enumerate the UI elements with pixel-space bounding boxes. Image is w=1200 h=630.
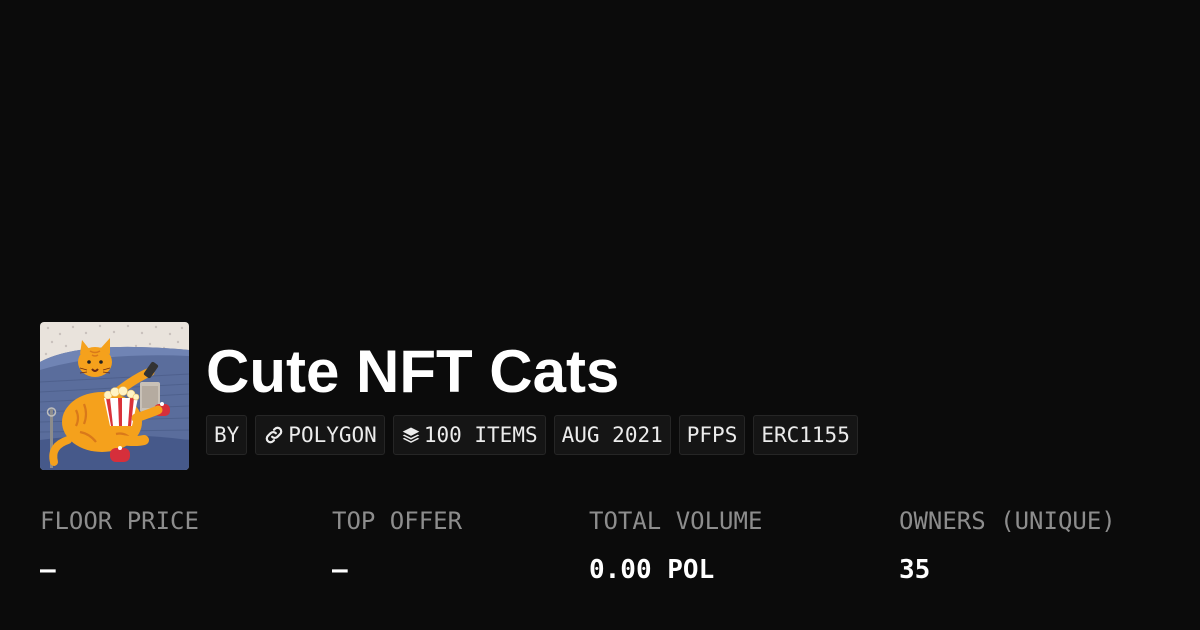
link-icon bbox=[263, 424, 285, 446]
total-volume-label: TOTAL VOLUME bbox=[589, 507, 763, 535]
total-volume-value: 0.00 POL bbox=[589, 555, 715, 585]
collection-header: Cute NFT Cats BY POLYGON 100 ITEMS AUG 2… bbox=[40, 322, 858, 470]
stat-top-offer: TOP OFFER — bbox=[332, 504, 462, 587]
tag-by-label: BY bbox=[214, 423, 240, 447]
stats-row: FLOOR PRICE — TOP OFFER — TOTAL VOLUME 0… bbox=[40, 504, 1180, 604]
tag-category[interactable]: PFPS bbox=[678, 415, 746, 455]
stat-floor-price: FLOOR PRICE — bbox=[40, 504, 199, 587]
tag-date: AUG 2021 bbox=[553, 415, 671, 455]
stat-owners: OWNERS (UNIQUE) 35 bbox=[899, 504, 1116, 587]
tag-chain[interactable]: POLYGON bbox=[255, 415, 385, 455]
tag-items: 100 ITEMS bbox=[392, 415, 546, 455]
tag-items-label: 100 ITEMS bbox=[423, 423, 538, 447]
collection-avatar[interactable] bbox=[40, 322, 189, 470]
tag-row: BY POLYGON 100 ITEMS AUG 2021 PFPS ERC11… bbox=[206, 415, 858, 455]
owners-label: OWNERS (UNIQUE) bbox=[899, 507, 1116, 535]
owners-value: 35 bbox=[899, 555, 931, 585]
tag-category-label: PFPS bbox=[686, 423, 738, 447]
collection-title: Cute NFT Cats bbox=[206, 338, 620, 405]
top-offer-value: — bbox=[332, 555, 348, 585]
top-offer-label: TOP OFFER bbox=[332, 507, 463, 535]
tag-chain-label: POLYGON bbox=[288, 423, 377, 447]
floor-price-value: — bbox=[40, 555, 56, 585]
tag-standard: ERC1155 bbox=[753, 415, 858, 455]
layers-icon bbox=[401, 425, 421, 445]
tag-date-label: AUG 2021 bbox=[561, 423, 663, 447]
cat-artwork-icon bbox=[40, 322, 189, 470]
tag-standard-label: ERC1155 bbox=[761, 423, 850, 447]
floor-price-label: FLOOR PRICE bbox=[40, 507, 199, 535]
title-block: Cute NFT Cats BY POLYGON 100 ITEMS AUG 2… bbox=[206, 322, 858, 455]
stat-total-volume: TOTAL VOLUME 0.00 POL bbox=[589, 504, 762, 587]
tag-by: BY bbox=[206, 415, 248, 455]
